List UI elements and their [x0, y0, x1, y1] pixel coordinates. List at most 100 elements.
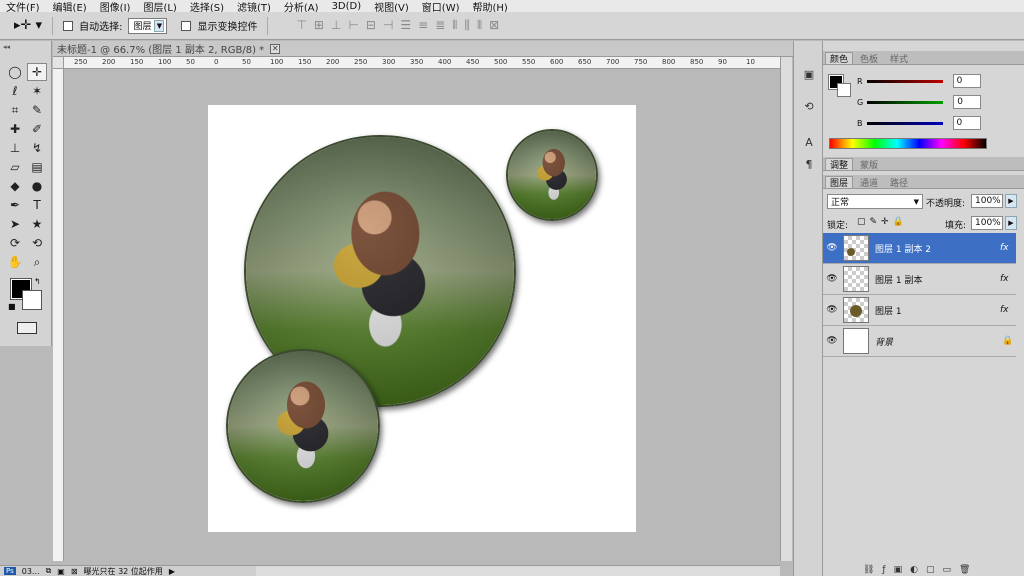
auto-align-icon[interactable]: ⊠ — [489, 18, 499, 33]
eyedropper-tool-icon[interactable]: ✎ — [27, 101, 47, 119]
align-right-icon[interactable]: ⊣ — [383, 18, 393, 33]
hand-tool-icon[interactable]: ✋ — [5, 253, 25, 271]
eye-icon[interactable]: 👁 — [823, 305, 841, 315]
history-icon[interactable]: ⟲ — [802, 99, 816, 113]
type-tool-icon[interactable]: T — [27, 196, 47, 214]
opacity-input[interactable]: 100% — [971, 194, 1003, 208]
move-tool-icon[interactable]: ✛ — [27, 63, 47, 81]
crop-tool-icon[interactable]: ⌗ — [5, 101, 25, 119]
status-arrow-icon[interactable]: ▶ — [169, 567, 175, 576]
distribute-vcenter-icon[interactable]: ≡ — [418, 18, 428, 33]
distribute-top-icon[interactable]: ☰ — [400, 18, 411, 33]
dodge-tool-icon[interactable]: ● — [27, 177, 47, 195]
status-icon-2[interactable]: ▣ — [57, 567, 65, 576]
green-value-input[interactable]: 0 — [953, 95, 982, 109]
vertical-scrollbar[interactable] — [780, 57, 792, 561]
auto-select-checkbox[interactable] — [63, 20, 74, 31]
align-bottom-icon[interactable]: ⊥ — [331, 18, 341, 33]
document-tab[interactable]: 未标题-1 @ 66.7% (图层 1 副本 2, RGB/8) * ✕ — [53, 41, 793, 57]
brush-tool-icon[interactable]: ✐ — [27, 120, 47, 138]
layer-row[interactable]: 👁 背景 🔒 — [823, 326, 1016, 357]
healing-brush-tool-icon[interactable]: ✚ — [5, 120, 25, 138]
chevron-right-icon[interactable]: ▶ — [1005, 194, 1017, 208]
layer-row[interactable]: 👁 图层 1 fx — [823, 295, 1016, 326]
distribute-hcenter-icon[interactable]: ⫼ — [464, 18, 470, 33]
navigator-icon[interactable]: ▣ — [802, 67, 816, 81]
background-color-swatch[interactable] — [22, 290, 42, 310]
eye-icon[interactable]: 👁 — [823, 336, 841, 346]
ruler-origin[interactable] — [53, 57, 64, 69]
paragraph-icon[interactable]: ¶ — [802, 157, 816, 171]
tab-adjustments[interactable]: 调整 — [825, 158, 854, 171]
menu-3d[interactable]: 3D(D) — [332, 1, 362, 12]
zoom-tool-icon[interactable]: ⌕ — [27, 253, 47, 271]
chevron-right-icon[interactable]: ▶ — [1005, 216, 1017, 230]
blur-tool-icon[interactable]: ◆ — [5, 177, 25, 195]
eye-icon[interactable]: 👁 — [823, 243, 841, 253]
green-slider[interactable] — [867, 100, 944, 104]
tab-paths[interactable]: 路径 — [885, 176, 913, 189]
3d-orbit-tool-icon[interactable]: ⟲ — [27, 234, 47, 252]
eye-icon[interactable]: 👁 — [823, 274, 841, 284]
shape-tool-icon[interactable]: ★ — [27, 215, 47, 233]
auto-select-dropdown[interactable]: 图层 ▼ — [128, 17, 168, 34]
quick-mask-button[interactable] — [17, 322, 37, 334]
lock-icons[interactable]: ▢✎✛🔒 — [857, 217, 908, 227]
distribute-bottom-icon[interactable]: ≣ — [435, 18, 445, 33]
clone-stamp-tool-icon[interactable]: ⊥ — [5, 139, 25, 157]
fill-input[interactable]: 100% — [971, 216, 1003, 230]
move-tool-preset-icon[interactable]: ▸✛ ▾ — [14, 18, 42, 33]
collapse-icon[interactable]: ◂◂ — [3, 43, 10, 51]
tab-channels[interactable]: 通道 — [855, 176, 883, 189]
tab-layers[interactable]: 图层 — [825, 176, 854, 189]
horizontal-scrollbar[interactable] — [256, 565, 780, 576]
color-spectrum-bar[interactable] — [829, 138, 987, 149]
align-top-icon[interactable]: ⊤ — [296, 18, 306, 33]
marquee-tool-icon[interactable]: ◯ — [5, 63, 25, 81]
close-icon[interactable]: ✕ — [270, 43, 281, 54]
lock-label: 锁定: — [827, 221, 849, 231]
character-icon[interactable]: A — [802, 135, 816, 149]
blue-slider[interactable] — [866, 121, 943, 125]
align-vcenter-icon[interactable]: ⊞ — [314, 18, 324, 33]
tab-swatches[interactable]: 色板 — [855, 52, 883, 65]
tab-masks[interactable]: 蒙版 — [855, 158, 883, 171]
swap-colors-icon[interactable]: ↰ — [34, 277, 41, 286]
magic-wand-tool-icon[interactable]: ✶ — [27, 82, 47, 100]
horizontal-ruler[interactable]: 250 200 150 100 50 0 50 100 150 200 250 300 350 400 45… — [64, 57, 780, 69]
tab-color[interactable]: 颜色 — [825, 52, 854, 65]
eraser-tool-icon[interactable]: ▱ — [5, 158, 25, 176]
layer-row[interactable]: 👁 图层 1 副本 2 fx — [823, 233, 1016, 264]
history-brush-tool-icon[interactable]: ↯ — [27, 139, 47, 157]
vertical-ruler[interactable] — [53, 69, 64, 561]
distribute-right-icon[interactable]: ⦀ — [477, 18, 482, 33]
gradient-tool-icon[interactable]: ▤ — [27, 158, 47, 176]
color-panel-bg-swatch[interactable] — [837, 83, 851, 97]
red-slider[interactable] — [866, 79, 943, 83]
blend-mode-dropdown[interactable]: 正常 ▼ — [827, 194, 923, 209]
canvas-area[interactable] — [64, 69, 780, 561]
medium-photo-circle[interactable] — [226, 349, 380, 503]
lasso-tool-icon[interactable]: ℓ — [5, 82, 25, 100]
fx-icon[interactable]: fx — [1000, 243, 1016, 253]
fx-icon[interactable]: fx — [1000, 274, 1016, 284]
path-selection-tool-icon[interactable]: ➤ — [5, 215, 25, 233]
document-canvas[interactable] — [208, 105, 636, 532]
opacity-label: 不透明度: — [926, 199, 966, 209]
layer-row[interactable]: 👁 图层 1 副本 fx — [823, 264, 1016, 295]
3d-rotate-tool-icon[interactable]: ⟳ — [5, 234, 25, 252]
blue-value-input[interactable]: 0 — [952, 116, 981, 130]
distribute-left-icon[interactable]: ⫴ — [452, 18, 457, 33]
fx-icon[interactable]: fx — [1000, 305, 1016, 315]
status-icon-1[interactable]: ⧉ — [46, 566, 52, 576]
default-colors-icon[interactable]: ■ — [8, 302, 16, 311]
align-hcenter-icon[interactable]: ⊟ — [366, 18, 376, 33]
align-left-icon[interactable]: ⊢ — [348, 18, 358, 33]
show-transform-checkbox[interactable] — [181, 20, 192, 31]
red-value-input[interactable]: 0 — [952, 74, 981, 88]
status-icon-3[interactable]: ⊠ — [71, 567, 78, 576]
small-photo-circle[interactable] — [506, 129, 598, 221]
pen-tool-icon[interactable]: ✒ — [5, 196, 25, 214]
tab-styles[interactable]: 样式 — [885, 52, 913, 65]
layers-panel-footer-icons[interactable]: ⛓ƒ▣◐▢▭🗑 — [863, 565, 978, 575]
